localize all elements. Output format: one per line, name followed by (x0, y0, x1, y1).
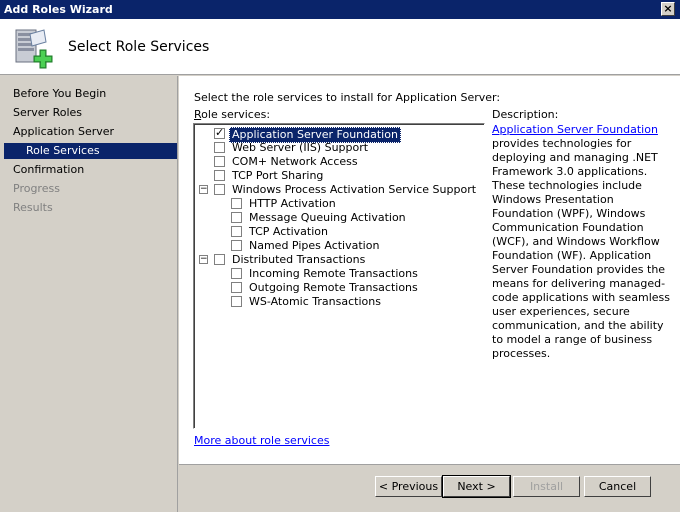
collapse-icon[interactable]: − (199, 185, 208, 194)
checkbox-named-pipes-activation[interactable] (231, 240, 242, 251)
nav-item-results: Results (13, 201, 53, 214)
nav-item-server-roles[interactable]: Server Roles (13, 105, 82, 121)
checkbox-tcp-activation[interactable] (231, 226, 242, 237)
previous-button[interactable]: < Previous (375, 476, 442, 497)
checkbox-http-activation[interactable] (231, 198, 242, 209)
checkbox-incoming-remote-transactions[interactable] (231, 268, 242, 279)
nav-item-confirmation[interactable]: Confirmation (13, 162, 84, 178)
description-text: Application Server Foundation provides t… (492, 123, 671, 360)
checkbox-ws-atomic-transactions[interactable] (231, 296, 242, 307)
more-about-role-services-link[interactable]: More about role services (194, 434, 329, 447)
role-services-tree[interactable]: Application Server Foundation Web Server… (193, 123, 485, 429)
checkbox-web-server-iis-support[interactable] (214, 142, 225, 153)
role-services-label: Role services: (194, 108, 271, 121)
close-button[interactable]: × (661, 2, 675, 16)
wizard-nav: Before You Begin Server Roles Applicatio… (0, 76, 178, 512)
nav-item-progress: Progress (13, 182, 60, 195)
nav-item-role-services[interactable]: Role Services (4, 143, 177, 159)
window-titlebar: Add Roles Wizard × (0, 0, 680, 19)
checkbox-windows-process-activation[interactable] (214, 184, 225, 195)
checkbox-distributed-transactions[interactable] (214, 254, 225, 265)
page-title: Select Role Services (68, 39, 210, 55)
checkbox-message-queuing-activation[interactable] (231, 212, 242, 223)
close-icon: × (663, 2, 673, 15)
checkbox-application-server-foundation[interactable] (214, 126, 225, 139)
cancel-button[interactable]: Cancel (584, 476, 651, 497)
collapse-icon[interactable]: − (199, 255, 208, 264)
wizard-content: Select the role services to install for … (179, 76, 680, 464)
wizard-header: Select Role Services (0, 19, 680, 75)
instruction-text: Select the role services to install for … (194, 91, 501, 104)
description-link[interactable]: Application Server Foundation (492, 123, 658, 136)
checkbox-tcp-port-sharing[interactable] (214, 170, 225, 181)
checkbox-outgoing-remote-transactions[interactable] (231, 282, 242, 293)
window-title: Add Roles Wizard (4, 3, 113, 16)
nav-item-before-you-begin[interactable]: Before You Begin (13, 86, 106, 102)
server-add-icon (15, 29, 53, 69)
wizard-footer: < Previous Next > Install Cancel (179, 464, 680, 512)
checkbox-com-network-access[interactable] (214, 156, 225, 167)
next-button[interactable]: Next > (442, 475, 511, 498)
install-button: Install (513, 476, 580, 497)
description-label: Description: (492, 108, 559, 121)
nav-item-application-server[interactable]: Application Server (13, 124, 114, 140)
